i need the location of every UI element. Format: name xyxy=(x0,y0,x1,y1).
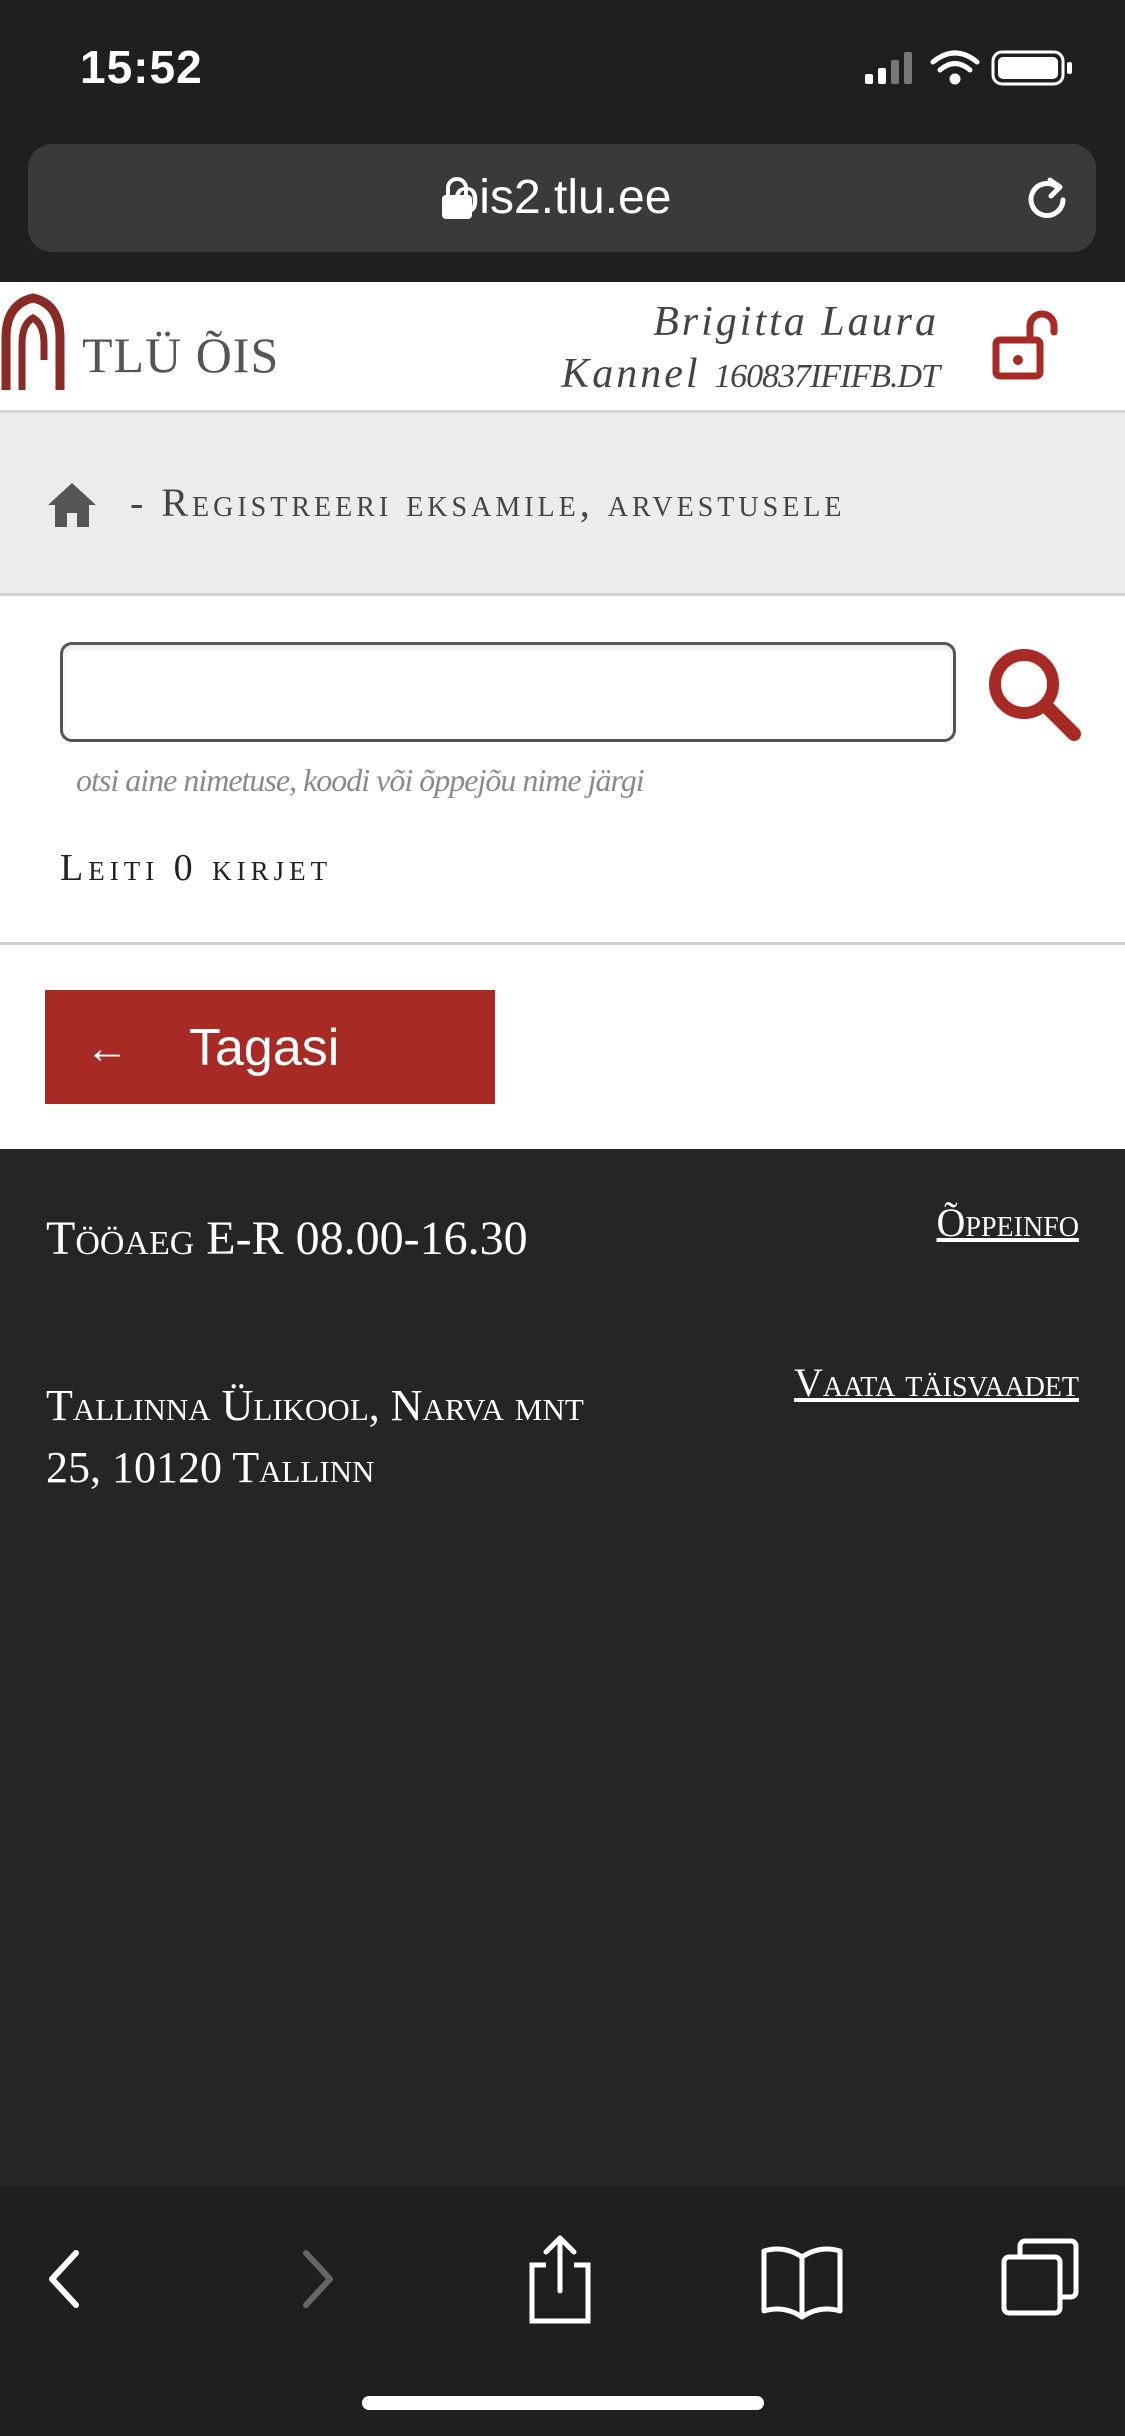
back-button[interactable]: ← Tagasi xyxy=(45,990,495,1104)
tabs-icon[interactable] xyxy=(990,2229,1090,2329)
wifi-icon xyxy=(930,50,980,85)
forward-nav-icon[interactable] xyxy=(268,2229,368,2329)
search-input[interactable] xyxy=(60,642,956,742)
battery-icon xyxy=(991,50,1072,86)
back-nav-icon[interactable] xyxy=(14,2229,114,2329)
url-text: ois2.tlu.ee xyxy=(452,171,672,224)
address-bar[interactable]: ois2.tlu.ee xyxy=(28,144,1096,252)
site-footer: Tööaeg E-R 08.00-16.30 Tallinna Ülikool,… xyxy=(0,1149,1125,2187)
user-last-line: Kannel 160837IFIFB.DT xyxy=(561,348,940,403)
user-last-name: Kannel xyxy=(561,351,701,397)
address-line-1: Tallinna Ülikool, Narva mnt xyxy=(46,1381,584,1430)
breadcrumb: - Registreeri eksamile, arvestusele xyxy=(0,413,1125,596)
arrow-left-icon: ← xyxy=(85,1024,129,1073)
back-section: ← Tagasi xyxy=(0,945,1125,1149)
search-section: otsi aine nimetuse, koodi või õppejõu ni… xyxy=(0,596,1125,945)
address-line-2: 25, 10120 Tallinn xyxy=(46,1443,375,1492)
logout-unlock-icon[interactable] xyxy=(990,310,1062,382)
bookmarks-icon[interactable] xyxy=(752,2229,852,2329)
logo-text: TLÜ ÕIS xyxy=(82,327,280,383)
logo-arch-icon xyxy=(1,293,65,390)
full-view-link[interactable]: Vaata täisvaadet xyxy=(794,1359,1079,1406)
back-button-label: Tagasi xyxy=(189,1019,340,1077)
breadcrumb-current: - Registreeri eksamile, arvestusele xyxy=(130,480,846,525)
signal-icon xyxy=(865,52,912,84)
search-icon[interactable] xyxy=(984,644,1084,744)
status-icons xyxy=(865,50,1072,86)
share-icon[interactable] xyxy=(510,2229,610,2329)
address: Tallinna Ülikool, Narva mnt 25, 10120 Ta… xyxy=(46,1375,584,1499)
working-hours: Tööaeg E-R 08.00-16.30 xyxy=(46,1212,528,1265)
status-time: 15:52 xyxy=(80,41,203,93)
browser-bar: ois2.tlu.ee xyxy=(0,128,1125,282)
user-first-names: Brigitta Laura xyxy=(653,299,939,345)
result-count: Leiti 0 kirjet xyxy=(60,847,333,889)
site-header: TLÜ ÕIS Brigitta Laura Kannel 160837IFIF… xyxy=(0,282,1125,413)
site-logo[interactable]: TLÜ ÕIS xyxy=(0,290,280,400)
search-hint: otsi aine nimetuse, koodi või õppejõu ni… xyxy=(76,762,645,798)
oppeinfo-link[interactable]: Õppeinfo xyxy=(937,1199,1079,1246)
home-icon[interactable] xyxy=(46,481,98,529)
reload-icon[interactable] xyxy=(1022,174,1072,224)
user-code: 160837IFIFB.DT xyxy=(714,358,940,395)
user-info: Brigitta Laura Kannel 160837IFIFB.DT xyxy=(561,296,940,403)
status-bar: 15:52 xyxy=(0,0,1125,128)
home-indicator xyxy=(362,2396,764,2410)
